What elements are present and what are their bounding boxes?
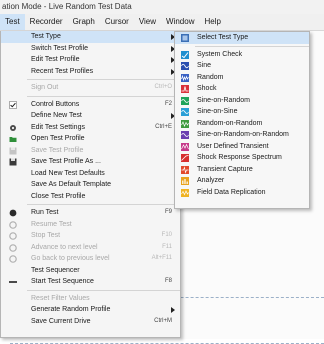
- menu-item-reset-filter-values[interactable]: Reset Filter Values: [1, 293, 180, 305]
- menu-item-run-test[interactable]: Run Test F9: [1, 207, 180, 219]
- menu-recorder[interactable]: Recorder: [25, 14, 68, 30]
- open-folder-icon: [9, 137, 17, 142]
- menu-item-test-type[interactable]: Test Type: [1, 31, 180, 43]
- menu-view[interactable]: View: [134, 14, 161, 30]
- menu-item-edit-test-profile[interactable]: Edit Test Profile: [1, 54, 180, 66]
- resume-icon: [9, 220, 17, 229]
- system-check-icon: [181, 50, 189, 59]
- menu-item-save-test-profile[interactable]: Save Test Profile: [1, 145, 180, 157]
- test-type-submenu: Select Test Type System Check Sine Rando…: [174, 31, 310, 209]
- shock-icon: [181, 85, 189, 93]
- submenu-item-system-check[interactable]: System Check: [175, 49, 309, 61]
- menu-item-resume-test[interactable]: Resume Test: [1, 219, 180, 231]
- shock-response-spectrum-icon: [181, 154, 189, 162]
- sine-on-random-on-random-icon: [181, 131, 189, 139]
- menu-item-start-test-sequence[interactable]: Start Test Sequence F8: [1, 276, 180, 288]
- menu-help[interactable]: Help: [199, 14, 225, 30]
- menu-graph[interactable]: Graph: [68, 14, 100, 30]
- menu-item-advance-to-next-level[interactable]: Advance to next level F11: [1, 242, 180, 254]
- menu-cursor[interactable]: Cursor: [100, 14, 134, 30]
- menu-item-save-test-profile-as[interactable]: Save Test Profile As ...: [1, 156, 180, 168]
- analyzer-icon: [181, 177, 189, 185]
- menu-item-test-sequencer[interactable]: Test Sequencer: [1, 265, 180, 277]
- save-icon: [9, 147, 17, 154]
- settings-icon: [10, 124, 16, 131]
- submenu-item-random[interactable]: Random: [175, 72, 309, 84]
- random-on-random-icon: [181, 119, 189, 128]
- menu-test[interactable]: Test: [0, 14, 25, 30]
- advance-icon: [9, 243, 17, 252]
- menu-item-generate-random-profile[interactable]: Generate Random Profile: [1, 304, 180, 316]
- submenu-item-user-defined-transient[interactable]: User Defined Transient: [175, 141, 309, 153]
- menu-item-control-buttons[interactable]: Control Buttons F2: [1, 99, 180, 111]
- menu-item-sign-out[interactable]: Sign Out Ctrl+O: [1, 82, 180, 94]
- checkmark-icon: [9, 100, 17, 109]
- go-back-icon: [9, 255, 17, 263]
- window-title: ation Mode - Live Random Test Data: [0, 0, 324, 14]
- menu-item-save-current-drive[interactable]: Save Current Drive Ctrl+M: [1, 316, 180, 328]
- random-icon: [181, 73, 189, 82]
- menu-separator: [27, 79, 180, 80]
- submenu-item-shock-response-spectrum[interactable]: Shock Response Spectrum: [175, 152, 309, 164]
- submenu-item-analyzer[interactable]: Analyzer: [175, 175, 309, 187]
- sine-on-random-icon: [181, 96, 189, 105]
- stop-icon: [9, 232, 17, 240]
- submenu-item-select-test-type[interactable]: Select Test Type: [175, 32, 309, 44]
- run-icon: [9, 209, 17, 217]
- menu-separator: [195, 45, 309, 47]
- submenu-item-random-on-random[interactable]: Random-on-Random: [175, 118, 309, 130]
- menu-item-recent-test-profiles[interactable]: Recent Test Profiles: [1, 66, 180, 78]
- submenu-item-sine-on-random-on-random[interactable]: Sine-on-Random-on-Random: [175, 129, 309, 141]
- menu-item-close-test-profile[interactable]: Close Test Profile: [1, 191, 180, 203]
- menu-separator: [27, 289, 180, 291]
- submenu-item-field-data-replication[interactable]: Field Data Replication: [175, 187, 309, 199]
- menu-item-define-new-test[interactable]: Define New Test: [1, 110, 180, 122]
- save-as-icon: [9, 158, 17, 166]
- menu-item-save-as-default-template[interactable]: Save As Default Template: [1, 179, 180, 191]
- menu-window[interactable]: Window: [161, 14, 199, 30]
- transient-capture-icon: [181, 165, 189, 174]
- submenu-item-sine[interactable]: Sine: [175, 60, 309, 72]
- test-menu: Test Type Switch Test Profile Edit Test …: [0, 31, 181, 338]
- submenu-item-sine-on-sine[interactable]: Sine-on-Sine: [175, 106, 309, 118]
- menu-item-stop-test[interactable]: Stop Test F10: [1, 230, 180, 242]
- menu-item-switch-test-profile[interactable]: Switch Test Profile: [1, 43, 180, 55]
- sine-icon: [181, 62, 189, 70]
- menu-separator: [27, 204, 180, 205]
- menu-item-open-test-profile[interactable]: Open Test Profile: [1, 133, 180, 145]
- submenu-item-sine-on-random[interactable]: Sine-on-Random: [175, 95, 309, 107]
- menu-item-go-back-to-previous-level[interactable]: Go back to previous level Alt+F11: [1, 253, 180, 265]
- menu-bar: Test Recorder Graph Cursor View Window Help: [0, 14, 324, 31]
- menu-separator: [27, 95, 180, 97]
- user-defined-transient-icon: [181, 142, 189, 151]
- menu-item-edit-test-settings[interactable]: Edit Test Settings Ctrl+E: [1, 122, 180, 134]
- submenu-arrow-icon: [171, 307, 175, 313]
- submenu-item-shock[interactable]: Shock: [175, 83, 309, 95]
- select-test-type-icon: [181, 34, 189, 42]
- menu-item-load-new-test-defaults[interactable]: Load New Test Defaults: [1, 168, 180, 180]
- submenu-item-transient-capture[interactable]: Transient Capture: [175, 164, 309, 176]
- sequence-icon: [9, 281, 17, 283]
- sine-on-sine-icon: [181, 108, 189, 116]
- field-data-replication-icon: [181, 188, 189, 197]
